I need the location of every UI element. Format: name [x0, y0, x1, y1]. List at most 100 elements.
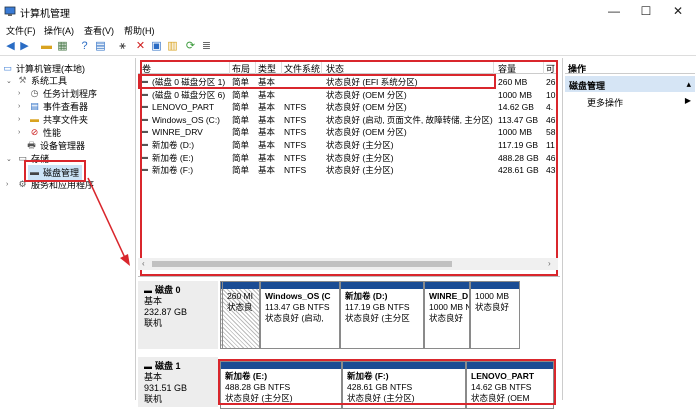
partition-size: 260 MI — [227, 291, 253, 301]
partition-status: 状态良 — [227, 302, 253, 312]
tree-device-manager[interactable]: 🖶 设备管理器 — [26, 139, 85, 152]
properties-sheet-icon[interactable]: ▣ — [150, 40, 163, 53]
disk-map: ▬ 磁盘 0 基本 232.87 GB 联机 260 MI 状态良 Windows_O… — [138, 276, 560, 409]
partition-block[interactable]: 260 MI 状态良 — [222, 281, 260, 349]
expand-arrow-icon[interactable]: › — [18, 103, 26, 110]
device-manager-icon: 🖶 — [27, 140, 36, 150]
actions-section[interactable]: 磁盘管理 ▴ — [565, 76, 695, 92]
actions-section-label: 磁盘管理 — [569, 81, 606, 91]
expand-arrow-icon[interactable]: › — [18, 90, 26, 97]
partition-size: 1000 MB — [475, 291, 510, 301]
scroll-thumb[interactable] — [152, 261, 452, 267]
clock-icon: ◷ — [30, 88, 39, 98]
console-tree-icon[interactable]: ▦ — [56, 40, 69, 53]
forward-icon[interactable]: ▶ — [18, 40, 31, 53]
menu-file[interactable]: 文件(F) — [6, 24, 36, 37]
partition-status: 状态良好 — [475, 302, 510, 312]
partition-band — [471, 282, 519, 289]
highlight-box — [218, 359, 556, 405]
maximize-button[interactable]: ☐ — [630, 0, 662, 22]
partition-status: 状态良好 (启动, — [265, 313, 324, 323]
scroll-left-icon[interactable]: ‹ — [142, 259, 145, 268]
partition-block[interactable]: 新加卷 (D:) 117.19 GB NTFS 状态良好 (主分区 — [340, 281, 424, 349]
menu-view[interactable]: 查看(V) — [84, 24, 114, 37]
connect-icon[interactable]: ⚹ — [116, 40, 129, 53]
partition-name: 新加卷 (D:) — [345, 291, 388, 301]
actions-header: 操作 — [565, 60, 695, 74]
partition-name: Windows_OS (C — [265, 291, 331, 301]
computer-icon: ▭ — [3, 63, 12, 73]
close-button[interactable]: ✕ — [662, 0, 694, 22]
disk1-kind: 基本 — [144, 372, 163, 382]
submenu-arrow-icon: ▶ — [684, 96, 691, 105]
partition-block[interactable]: 1000 MB 状态良好 — [470, 281, 520, 349]
disk1-name: 磁盘 1 — [155, 361, 181, 371]
partition-size: 117.19 GB NTFS — [345, 302, 410, 312]
collapse-arrow-icon[interactable]: ⌄ — [6, 77, 14, 85]
disk0-label[interactable]: ▬ 磁盘 0 基本 232.87 GB 联机 — [138, 281, 218, 349]
tree-performance[interactable]: › ⊘ 性能 — [18, 126, 61, 139]
partition-text: 新加卷 (D:) 117.19 GB NTFS 状态良好 (主分区 — [341, 289, 423, 326]
disk0-state: 联机 — [144, 318, 163, 328]
collapse-arrow-icon[interactable]: ⌄ — [6, 155, 14, 163]
partition-text: 260 MI 状态良 — [223, 289, 259, 315]
minimize-button[interactable]: — — [598, 0, 630, 22]
expand-arrow-icon[interactable]: › — [18, 129, 26, 136]
toolbar: ◀ ▶ ▬ ▦ ? ▤ ⚹ ✕ ▣ ▥ ⟳ ≣ — [0, 38, 696, 56]
refresh-icon[interactable]: ⟳ — [184, 40, 197, 53]
partition-band — [261, 282, 339, 289]
partition-size: 113.47 GB NTFS — [265, 302, 330, 312]
console-tree: ▭ 计算机管理(本地) ⌄ ⚒ 系统工具 › ◷ 任务计划程序 › ▤ 事件查看… — [0, 58, 136, 400]
new-folder-icon[interactable]: ▥ — [166, 40, 179, 53]
scroll-right-icon[interactable]: › — [548, 259, 551, 268]
annotation-arrow — [87, 177, 130, 266]
more-actions-label: 更多操作 — [587, 98, 624, 108]
tree-label: 系统工具 — [31, 76, 68, 86]
tree-label: 设备管理器 — [40, 141, 86, 151]
menu-action[interactable]: 操作(A) — [44, 24, 74, 37]
partition-text: Windows_OS (C 113.47 GB NTFS 状态良好 (启动, — [261, 289, 339, 326]
partition-status: 状态良好 — [429, 313, 464, 323]
computer-management-icon — [4, 5, 16, 17]
tree-shared-folders[interactable]: › ▬ 共享文件夹 — [18, 113, 88, 126]
back-icon[interactable]: ◀ — [4, 40, 17, 53]
horizontal-scrollbar[interactable]: ‹ › — [138, 258, 558, 270]
partition-text: 1000 MB 状态良好 — [471, 289, 519, 315]
disk0-size: 232.87 GB — [144, 307, 188, 317]
collapse-up-icon[interactable]: ▴ — [686, 79, 691, 89]
event-viewer-icon: ▤ — [30, 101, 39, 111]
tree-task-scheduler[interactable]: › ◷ 任务计划程序 — [18, 87, 97, 100]
disk0-kind: 基本 — [144, 296, 163, 306]
disk-icon: ▬ — [144, 362, 152, 371]
tree-event-viewer[interactable]: › ▤ 事件查看器 — [18, 100, 88, 113]
partition-band — [223, 282, 259, 289]
partition-name: WINRE_D — [429, 291, 469, 301]
properties-icon[interactable]: ▤ — [94, 40, 107, 53]
partition-size: 1000 MB N — [429, 302, 470, 312]
partition-band — [341, 282, 423, 289]
tree-label: 共享文件夹 — [43, 115, 89, 125]
actions-pane: 操作 磁盘管理 ▴ 更多操作 ▶ — [562, 58, 696, 400]
tree-system-tools[interactable]: ⌄ ⚒ 系统工具 — [6, 74, 67, 87]
partition-block[interactable]: Windows_OS (C 113.47 GB NTFS 状态良好 (启动, — [260, 281, 340, 349]
expand-arrow-icon[interactable]: › — [6, 181, 14, 188]
list-view-icon[interactable]: ≣ — [200, 40, 213, 53]
tree-label: 事件查看器 — [43, 102, 89, 112]
disk1-size: 931.51 GB — [144, 383, 188, 393]
tree-label: 任务计划程序 — [43, 89, 98, 99]
more-actions[interactable]: 更多操作 ▶ — [565, 94, 695, 108]
tree-label: 性能 — [43, 128, 62, 138]
highlight-box — [24, 160, 86, 182]
folder-icon[interactable]: ▬ — [40, 40, 53, 53]
delete-icon[interactable]: ✕ — [134, 40, 147, 53]
partition-band — [425, 282, 469, 289]
title-bar: 计算机管理 — ☐ ✕ — [0, 0, 696, 22]
menu-bar: 文件(F) 操作(A) 查看(V) 帮助(H) — [0, 22, 696, 38]
volume-pane: 卷 布局 类型 文件系统 状态 容量 可 ▬ (磁盘 0 磁盘分区 1) 简单 基本状… — [138, 58, 560, 409]
menu-help[interactable]: 帮助(H) — [124, 24, 155, 37]
disk-icon: ▬ — [144, 286, 152, 295]
partition-block[interactable]: WINRE_D 1000 MB N 状态良好 — [424, 281, 470, 349]
highlight-box — [140, 60, 558, 276]
help-icon[interactable]: ? — [78, 40, 91, 53]
expand-arrow-icon[interactable]: › — [18, 116, 26, 123]
